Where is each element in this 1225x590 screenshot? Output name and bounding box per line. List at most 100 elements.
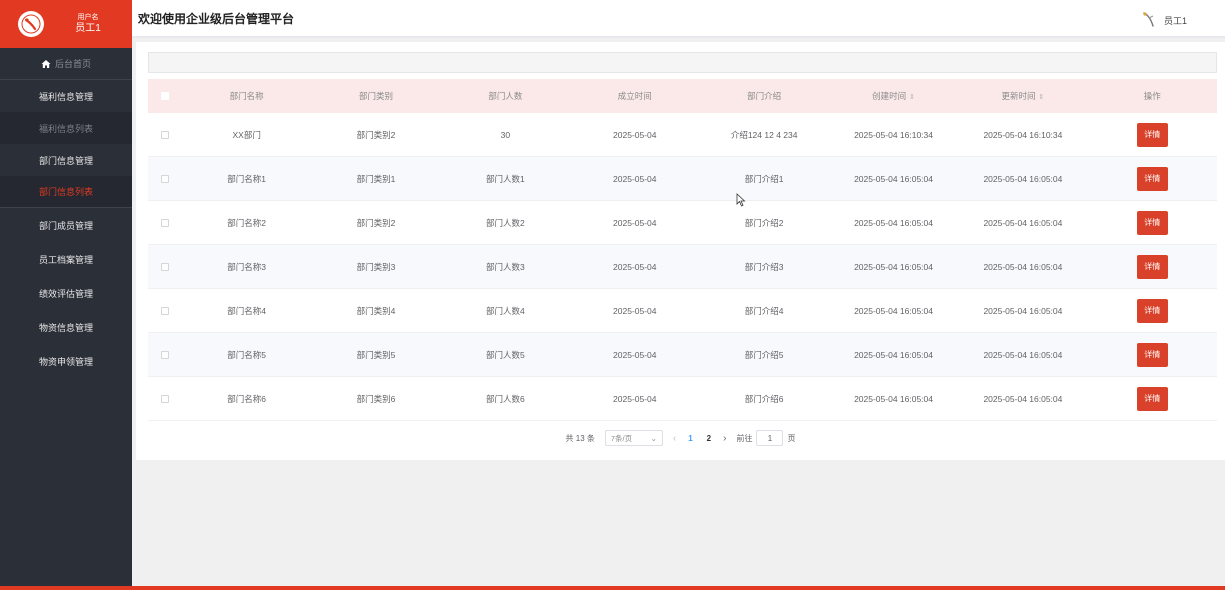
action-cell: 详情 bbox=[1088, 210, 1217, 235]
table-cell: 2025-05-04 16:10:34 bbox=[983, 129, 1063, 140]
sidebar-header: 用户名 员工1 bbox=[0, 0, 132, 48]
detail-button[interactable]: 详情 bbox=[1136, 122, 1168, 147]
table-cell: 部门类别5 bbox=[356, 349, 396, 360]
table-cell: 2025-05-04 16:05:04 bbox=[854, 173, 933, 184]
search-bar[interactable] bbox=[148, 52, 1217, 73]
sidebar-item-department-list[interactable]: 部门信息列表 bbox=[0, 176, 132, 208]
page-number-1[interactable]: 1 bbox=[686, 434, 694, 443]
sidebar-item-home[interactable]: 后台首页 bbox=[0, 48, 132, 80]
row-checkbox[interactable] bbox=[160, 218, 169, 227]
action-cell: 详情 bbox=[1088, 298, 1217, 323]
goto-page: 前往 页 bbox=[736, 430, 795, 446]
select-all-checkbox[interactable] bbox=[160, 92, 169, 100]
detail-button[interactable]: 详情 bbox=[1136, 298, 1168, 323]
top-bar: 欢迎使用企业级后台管理平台 员工1 bbox=[132, 0, 1225, 38]
next-page-button[interactable]: › bbox=[723, 433, 726, 444]
detail-button[interactable]: 详情 bbox=[1136, 254, 1168, 279]
username: 员工1 bbox=[75, 23, 101, 35]
sidebar-item-employee-records-management[interactable]: 员工档案管理 bbox=[0, 242, 132, 276]
total-count: 共 13 条 bbox=[565, 433, 595, 443]
goto-suffix: 页 bbox=[787, 433, 796, 443]
table-cell: 部门名称3 bbox=[227, 261, 267, 272]
action-cell: 详情 bbox=[1088, 386, 1217, 411]
sidebar-user: 用户名 员工1 bbox=[44, 14, 132, 35]
table-cell: 部门人数3 bbox=[486, 261, 525, 272]
table-cell: 2025-05-04 16:05:04 bbox=[854, 261, 933, 272]
sidebar-item-department-member-management[interactable]: 部门成员管理 bbox=[0, 208, 132, 242]
action-cell: 详情 bbox=[1088, 166, 1217, 191]
sidebar-item-supplies-management[interactable]: 物资信息管理 bbox=[0, 310, 132, 344]
table-cell: 部门人数2 bbox=[486, 217, 525, 228]
table-row[interactable]: 部门名称1 部门类别1 部门人数1 2025-05-04 部门介绍1 2025-05-04… bbox=[148, 157, 1217, 201]
table-row[interactable]: 部门名称3 部门类别3 部门人数3 2025-05-04 部门介绍3 2025-05-04… bbox=[148, 245, 1217, 289]
table-cell: 部门介绍6 bbox=[744, 393, 784, 404]
sidebar-item-department-management[interactable]: 部门信息管理 bbox=[0, 144, 132, 176]
table-cell: 部门类别2 bbox=[356, 217, 396, 228]
page-size-select[interactable]: 7条/页 ⌄ bbox=[604, 430, 663, 446]
table-row[interactable]: 部门名称6 部门类别6 部门人数6 2025-05-04 部门介绍6 2025-05-04… bbox=[148, 377, 1217, 421]
table-cell: 2025-05-04 16:05:04 bbox=[983, 305, 1063, 316]
sort-icon[interactable]: ⇕ bbox=[1038, 94, 1044, 101]
table-cell: 2025-05-04 bbox=[613, 217, 657, 228]
table-cell: 2025-05-04 16:05:04 bbox=[854, 217, 933, 228]
table-row[interactable]: 部门名称2 部门类别2 部门人数2 2025-05-04 部门介绍2 2025-05-04… bbox=[148, 201, 1217, 245]
table-cell: 部门介绍3 bbox=[744, 261, 784, 272]
table-cell: 2025-05-04 bbox=[613, 173, 657, 184]
table-cell: 部门类别4 bbox=[356, 305, 396, 316]
table-cell: 2025-05-04 16:10:34 bbox=[854, 129, 933, 140]
sidebar-item-welfare-management[interactable]: 福利信息管理 bbox=[0, 80, 132, 112]
table-cell: 部门类别3 bbox=[356, 261, 396, 272]
row-checkbox[interactable] bbox=[160, 262, 169, 271]
sidebar-item-welfare-list[interactable]: 福利信息列表 bbox=[0, 112, 132, 144]
table-cell: 部门介绍4 bbox=[744, 305, 784, 316]
col-header-label: 创建时间 bbox=[872, 91, 907, 101]
goto-label: 前往 bbox=[736, 433, 753, 443]
bottom-accent-bar bbox=[0, 586, 1225, 590]
table-cell: 部门人数1 bbox=[486, 173, 525, 184]
table-cell: 2025-05-04 16:05:04 bbox=[854, 305, 933, 316]
table-cell: 部门类别1 bbox=[356, 173, 396, 184]
row-checkbox[interactable] bbox=[160, 130, 169, 139]
table-row[interactable]: 部门名称5 部门类别5 部门人数5 2025-05-04 部门介绍5 2025-05-04… bbox=[148, 333, 1217, 377]
page-title: 欢迎使用企业级后台管理平台 bbox=[138, 11, 295, 26]
col-header: 部门介绍 bbox=[747, 91, 782, 101]
table-cell: 部门人数6 bbox=[486, 393, 525, 404]
row-checkbox[interactable] bbox=[160, 174, 169, 183]
table-row[interactable]: 部门名称4 部门类别4 部门人数4 2025-05-04 部门介绍4 2025-05-04… bbox=[148, 289, 1217, 333]
row-checkbox[interactable] bbox=[160, 394, 169, 403]
avatar[interactable] bbox=[18, 11, 44, 37]
detail-button[interactable]: 详情 bbox=[1136, 166, 1168, 191]
department-table: 部门名称 部门类别 部门人数 成立时间 部门介绍 创建时间 ⇕ 更新时间 ⇕ 操作 … bbox=[148, 79, 1217, 421]
sort-icon[interactable]: ⇕ bbox=[909, 94, 915, 101]
col-header: 部门人数 bbox=[488, 91, 523, 101]
table-cell: 2025-05-04 bbox=[613, 393, 657, 404]
col-header: 操作 bbox=[1143, 91, 1161, 101]
detail-button[interactable]: 详情 bbox=[1136, 210, 1168, 235]
home-icon bbox=[41, 59, 51, 68]
goto-page-input[interactable] bbox=[756, 430, 784, 446]
row-checkbox[interactable] bbox=[160, 306, 169, 315]
table-cell: 部门介绍2 bbox=[744, 217, 784, 228]
prev-page-button[interactable]: ‹ bbox=[673, 433, 676, 444]
table-cell: 部门人数5 bbox=[486, 349, 525, 360]
table-header: 部门名称 部门类别 部门人数 成立时间 部门介绍 创建时间 ⇕ 更新时间 ⇕ 操作 bbox=[148, 79, 1217, 113]
table-cell: 2025-05-04 bbox=[613, 305, 657, 316]
col-header: 部门类别 bbox=[359, 91, 394, 101]
table-cell: 30 bbox=[500, 129, 511, 140]
table-cell: 2025-05-04 16:05:04 bbox=[983, 393, 1063, 404]
col-header-sortable[interactable]: 创建时间 ⇕ bbox=[829, 90, 958, 102]
page-number-2[interactable]: 2 bbox=[705, 434, 713, 443]
detail-button[interactable]: 详情 bbox=[1136, 386, 1168, 411]
table-cell: 部门介绍1 bbox=[744, 173, 784, 184]
table-row[interactable]: XX部门 部门类别2 30 2025-05-04 介绍124 12 4 234 2025-… bbox=[148, 113, 1217, 157]
table-cell: 部门名称2 bbox=[227, 217, 267, 228]
table-cell: 部门名称1 bbox=[227, 173, 267, 184]
col-header-sortable[interactable]: 更新时间 ⇕ bbox=[958, 90, 1087, 102]
header-user-menu[interactable]: 员工1 bbox=[1140, 10, 1187, 30]
table-cell: 2025-05-04 16:05:04 bbox=[983, 349, 1063, 360]
table-cell: 部门名称4 bbox=[227, 305, 267, 316]
detail-button[interactable]: 详情 bbox=[1136, 342, 1168, 367]
sidebar-item-supplies-request-management[interactable]: 物资申领管理 bbox=[0, 344, 132, 378]
row-checkbox[interactable] bbox=[160, 350, 169, 359]
sidebar-item-performance-management[interactable]: 绩效评估管理 bbox=[0, 276, 132, 310]
